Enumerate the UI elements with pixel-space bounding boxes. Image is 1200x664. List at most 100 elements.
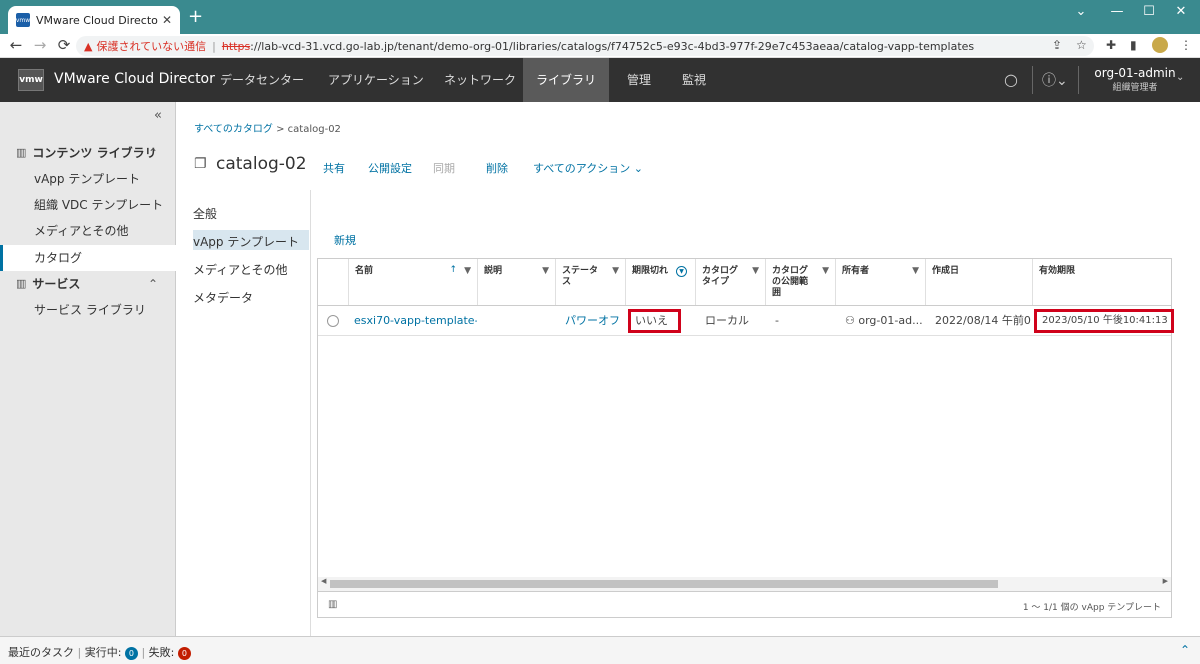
cell-name[interactable]: esxi70-vapp-template-...	[348, 306, 477, 335]
reload-icon[interactable]: ⟳	[54, 36, 74, 54]
sort-ascending-icon[interactable]: ↑	[449, 265, 457, 276]
column-label: 名前	[355, 266, 374, 276]
column-header-expired[interactable]: 期限切れ ▼	[625, 259, 695, 305]
sidebar-group-label: サービス	[32, 277, 81, 291]
column-header-created[interactable]: 作成日	[925, 259, 1032, 305]
forward-arrow-icon[interactable]: →	[30, 36, 50, 54]
horizontal-scrollbar[interactable]: ◀ ▶	[318, 577, 1171, 591]
column-header-description[interactable]: 説明 ▼	[477, 259, 555, 305]
delete-button[interactable]: 削除	[486, 160, 508, 176]
nav-applications[interactable]: アプリケーション	[316, 58, 436, 102]
breadcrumb: すべてのカタログ > catalog-02	[194, 120, 341, 135]
sidebar-active-indicator	[0, 245, 176, 271]
share-icon[interactable]: ⇪	[1052, 38, 1062, 52]
user-menu[interactable]: org-01-admin 組織管理者	[1090, 66, 1180, 93]
task-status-bar: 最近のタスク | 実行中: 0 | 失敗: 0 ⌃	[0, 636, 1200, 664]
column-header-catalog-type[interactable]: カタログタイプ ▼	[695, 259, 765, 305]
column-header-catalog-scope[interactable]: カタログの公開範囲 ▼	[765, 259, 835, 305]
column-header-expires[interactable]: 有効期限	[1032, 259, 1160, 305]
vertical-divider	[310, 190, 311, 636]
sync-button[interactable]: 同期	[433, 160, 455, 176]
column-toggle-icon[interactable]: ▥	[328, 599, 337, 610]
vmware-favicon-icon: vmw	[16, 13, 30, 27]
url-scheme: https	[221, 39, 251, 53]
running-count-badge: 0	[124, 646, 138, 660]
tab-media[interactable]: メディアとその他	[193, 259, 288, 280]
nav-datacenter[interactable]: データセンター	[208, 58, 316, 102]
header-divider	[1078, 66, 1079, 94]
cell-status[interactable]: パワーオフ	[555, 306, 625, 335]
window-minimize-button[interactable]: —	[1102, 4, 1132, 19]
url-separator: |	[212, 39, 216, 53]
profile-avatar[interactable]	[1152, 37, 1168, 53]
scroll-right-icon[interactable]: ▶	[1163, 577, 1168, 585]
row-select-radio[interactable]	[327, 315, 339, 327]
scrollbar-thumb[interactable]	[330, 580, 998, 588]
breadcrumb-separator: >	[276, 124, 285, 135]
scroll-left-icon[interactable]: ◀	[321, 577, 326, 585]
window-close-button[interactable]: ✕	[1166, 4, 1196, 19]
sidebar-item-vapp-templates[interactable]: vApp テンプレート	[34, 170, 140, 187]
owner-name: org-01-ad...	[858, 314, 923, 327]
column-header-name[interactable]: 名前 ↑ ▼	[348, 259, 477, 305]
tab-metadata[interactable]: メタデータ	[193, 287, 253, 308]
filter-icon[interactable]: ▼	[912, 266, 919, 277]
tab-general[interactable]: 全般	[193, 203, 217, 224]
share-button[interactable]: 共有	[323, 160, 345, 176]
search-icon[interactable]: ○	[1004, 70, 1018, 89]
cell-owner: ⚇ org-01-ad...	[835, 306, 925, 335]
tab-vapp-templates[interactable]: vApp テンプレート	[193, 231, 299, 252]
url-input[interactable]: ▲ 保護されていない通信 | https ://lab-vcd-31.vcd.g…	[76, 36, 1094, 56]
collapse-sidebar-icon[interactable]: «	[154, 108, 162, 123]
browser-menu-icon[interactable]: ⋮	[1180, 38, 1192, 52]
sidebar-item-service-library[interactable]: サービス ライブラリ	[34, 301, 146, 318]
recent-tasks-link[interactable]: 最近のタスク	[8, 646, 74, 659]
sidebar-group-services[interactable]: ▥ サービス ⌃	[16, 275, 166, 292]
help-icon[interactable]: ⓘ⌄	[1042, 70, 1068, 90]
back-arrow-icon[interactable]: ←	[6, 36, 26, 54]
nav-administration[interactable]: 管理	[615, 58, 663, 102]
sidebar-item-media[interactable]: メディアとその他	[34, 222, 129, 239]
sidebar-item-catalogs[interactable]: カタログ	[34, 249, 82, 266]
not-secure-label[interactable]: 保護されていない通信	[96, 38, 206, 54]
new-tab-button[interactable]: +	[188, 8, 203, 26]
tab-close-icon[interactable]: ✕	[162, 13, 172, 27]
catalog-icon: ❐	[194, 156, 207, 172]
nav-monitor[interactable]: 監視	[670, 58, 718, 102]
user-name: org-01-admin	[1094, 66, 1176, 80]
expand-up-icon[interactable]: ⌃	[1180, 643, 1190, 657]
new-button[interactable]: 新規	[334, 232, 356, 248]
filter-icon[interactable]: ▼	[542, 266, 549, 277]
cell-description	[477, 306, 555, 335]
filter-icon[interactable]: ▼	[612, 266, 619, 277]
user-role: 組織管理者	[1112, 83, 1158, 93]
column-label: ステータス	[562, 266, 599, 287]
sidebar: « ▥ コンテンツ ライブラリ ⌃ vApp テンプレート 組織 VDC テンプ…	[0, 102, 176, 636]
breadcrumb-link-all-catalogs[interactable]: すべてのカタログ	[194, 124, 273, 135]
tab-search-icon[interactable]: ⌄	[1066, 4, 1096, 19]
user-chevron-down-icon[interactable]: ⌄	[1176, 72, 1184, 83]
extensions-puzzle-icon[interactable]: ✚	[1106, 38, 1116, 52]
nav-libraries[interactable]: ライブラリ	[523, 58, 609, 102]
publish-settings-button[interactable]: 公開設定	[368, 160, 412, 176]
column-header-owner[interactable]: 所有者 ▼	[835, 259, 925, 305]
sidebar-item-vdc-templates[interactable]: 組織 VDC テンプレート	[34, 196, 163, 213]
sidebar-group-content-library[interactable]: ▥ コンテンツ ライブラリ ⌃	[16, 144, 166, 161]
filter-icon[interactable]: ▼	[752, 266, 759, 277]
active-filter-icon[interactable]: ▼	[676, 266, 687, 277]
column-label: 期限切れ	[632, 266, 669, 276]
bookmark-star-icon[interactable]: ☆	[1076, 38, 1087, 52]
services-icon: ▥	[16, 277, 27, 290]
filter-icon[interactable]: ▼	[464, 266, 471, 277]
all-actions-dropdown[interactable]: すべてのアクション ⌄	[533, 160, 643, 176]
browser-tab-bar: vmw VMware Cloud Director - カタログ ✕ + ⌄ —…	[0, 0, 1200, 34]
browser-tab[interactable]: vmw VMware Cloud Director - カタログ ✕	[8, 6, 180, 34]
window-maximize-button[interactable]: ☐	[1134, 4, 1164, 19]
header-divider	[1032, 66, 1033, 94]
side-panel-icon[interactable]: ▮	[1130, 38, 1137, 52]
column-header-status[interactable]: ステータス ▼	[555, 259, 625, 305]
column-label: カタログタイプ	[702, 266, 739, 287]
app-header: vmw VMware Cloud Director データセンター アプリケーシ…	[0, 58, 1200, 102]
filter-icon[interactable]: ▼	[822, 266, 829, 277]
nav-network[interactable]: ネットワーク	[432, 58, 528, 102]
